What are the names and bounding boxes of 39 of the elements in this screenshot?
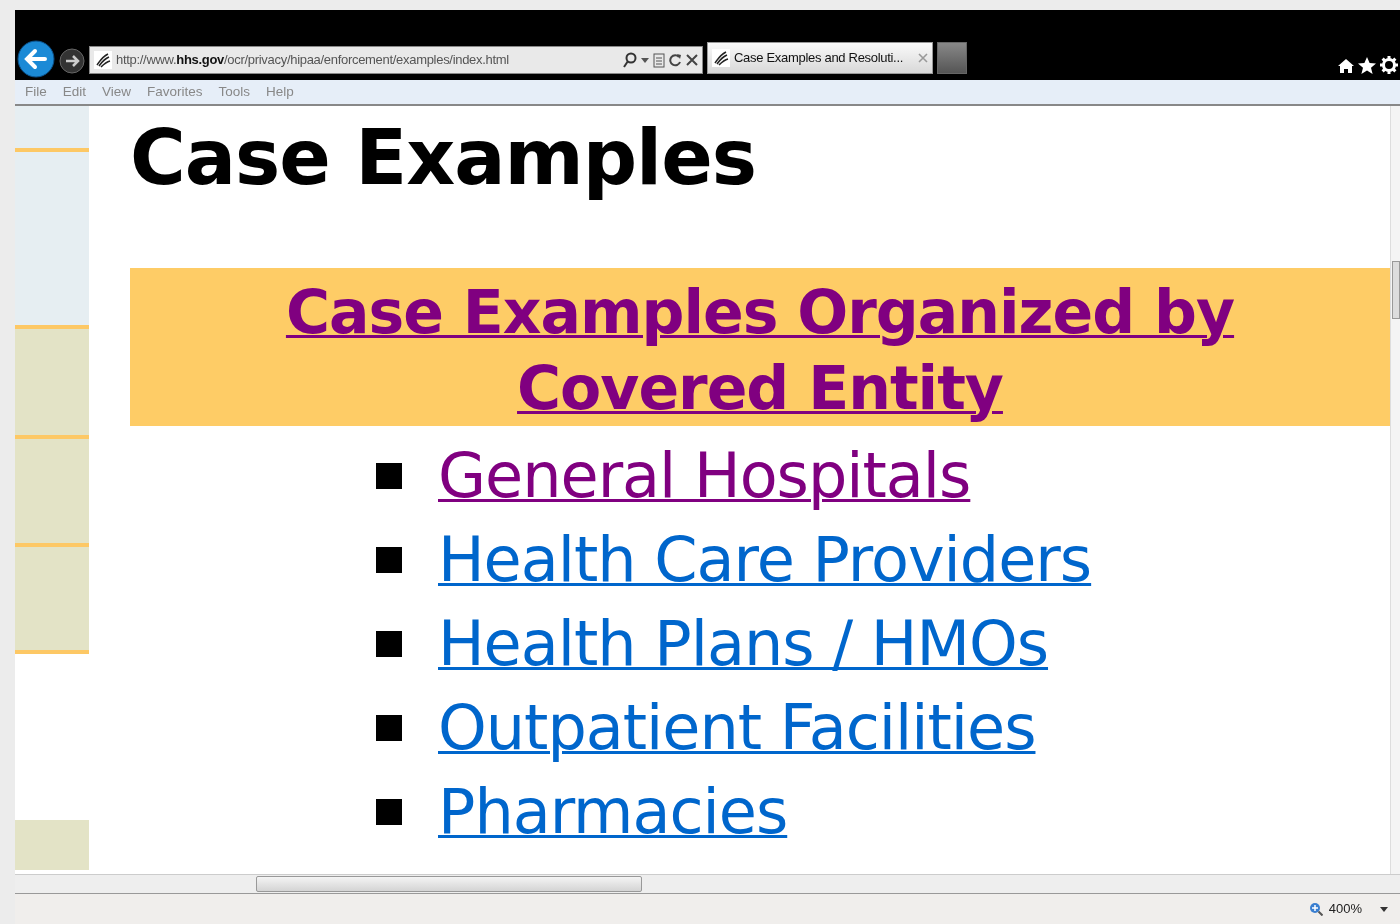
bullet-icon [376,631,402,657]
category-link[interactable]: Health Plans / HMOs [438,604,1049,684]
scroll-thumb[interactable] [256,876,642,892]
category-link[interactable]: Outpatient Facilities [438,688,1036,768]
caret-icon[interactable] [1380,906,1388,912]
caret-icon[interactable] [641,57,649,63]
zoom-icon[interactable] [1308,902,1323,916]
address-bar[interactable]: http://www.hhs.gov/ocr/privacy/hipaa/enforcement/examples/index.html [89,46,703,74]
category-link[interactable]: Pharmacies [438,772,788,852]
url-text: http://www.hhs.gov/ocr/privacy/hipaa/enforcement/examples/index.html [116,51,510,70]
menu-item[interactable]: Edit [62,81,87,103]
bullet-icon [376,463,402,489]
vertical-scrollbar[interactable] [1390,106,1400,874]
banner-link[interactable]: Case Examples Organized by Covered Entity [210,274,1310,426]
forward-icon[interactable] [59,48,85,74]
menu-item[interactable]: File [25,81,47,103]
bullet-icon [376,715,402,741]
menu-item[interactable]: View [102,81,132,103]
refresh-icon[interactable] [669,53,682,67]
category-link[interactable]: Health Care Providers [438,520,1092,600]
menu-item[interactable]: Tools [218,81,251,103]
menu-item[interactable]: Favorites [147,81,203,103]
home-icon[interactable] [1338,58,1354,74]
stop-icon[interactable] [686,54,698,66]
scroll-thumb[interactable] [1392,261,1400,319]
site-icon [712,49,730,67]
settings-icon[interactable] [1380,56,1398,74]
horizontal-scrollbar[interactable] [15,874,1400,894]
star-icon[interactable] [1358,57,1376,74]
search-icon[interactable] [623,52,637,68]
zoom-level[interactable]: 400% [1328,899,1362,919]
tab-title: Case Examples and Resoluti... [734,49,905,68]
category-link[interactable]: General Hospitals [438,436,971,516]
menu-item[interactable]: Help [266,81,294,103]
site-icon [94,51,112,69]
bullet-icon [376,547,402,573]
back-icon[interactable] [17,40,55,78]
bullet-icon [376,799,402,825]
browser-tab[interactable]: Case Examples and Resoluti... [707,42,933,74]
